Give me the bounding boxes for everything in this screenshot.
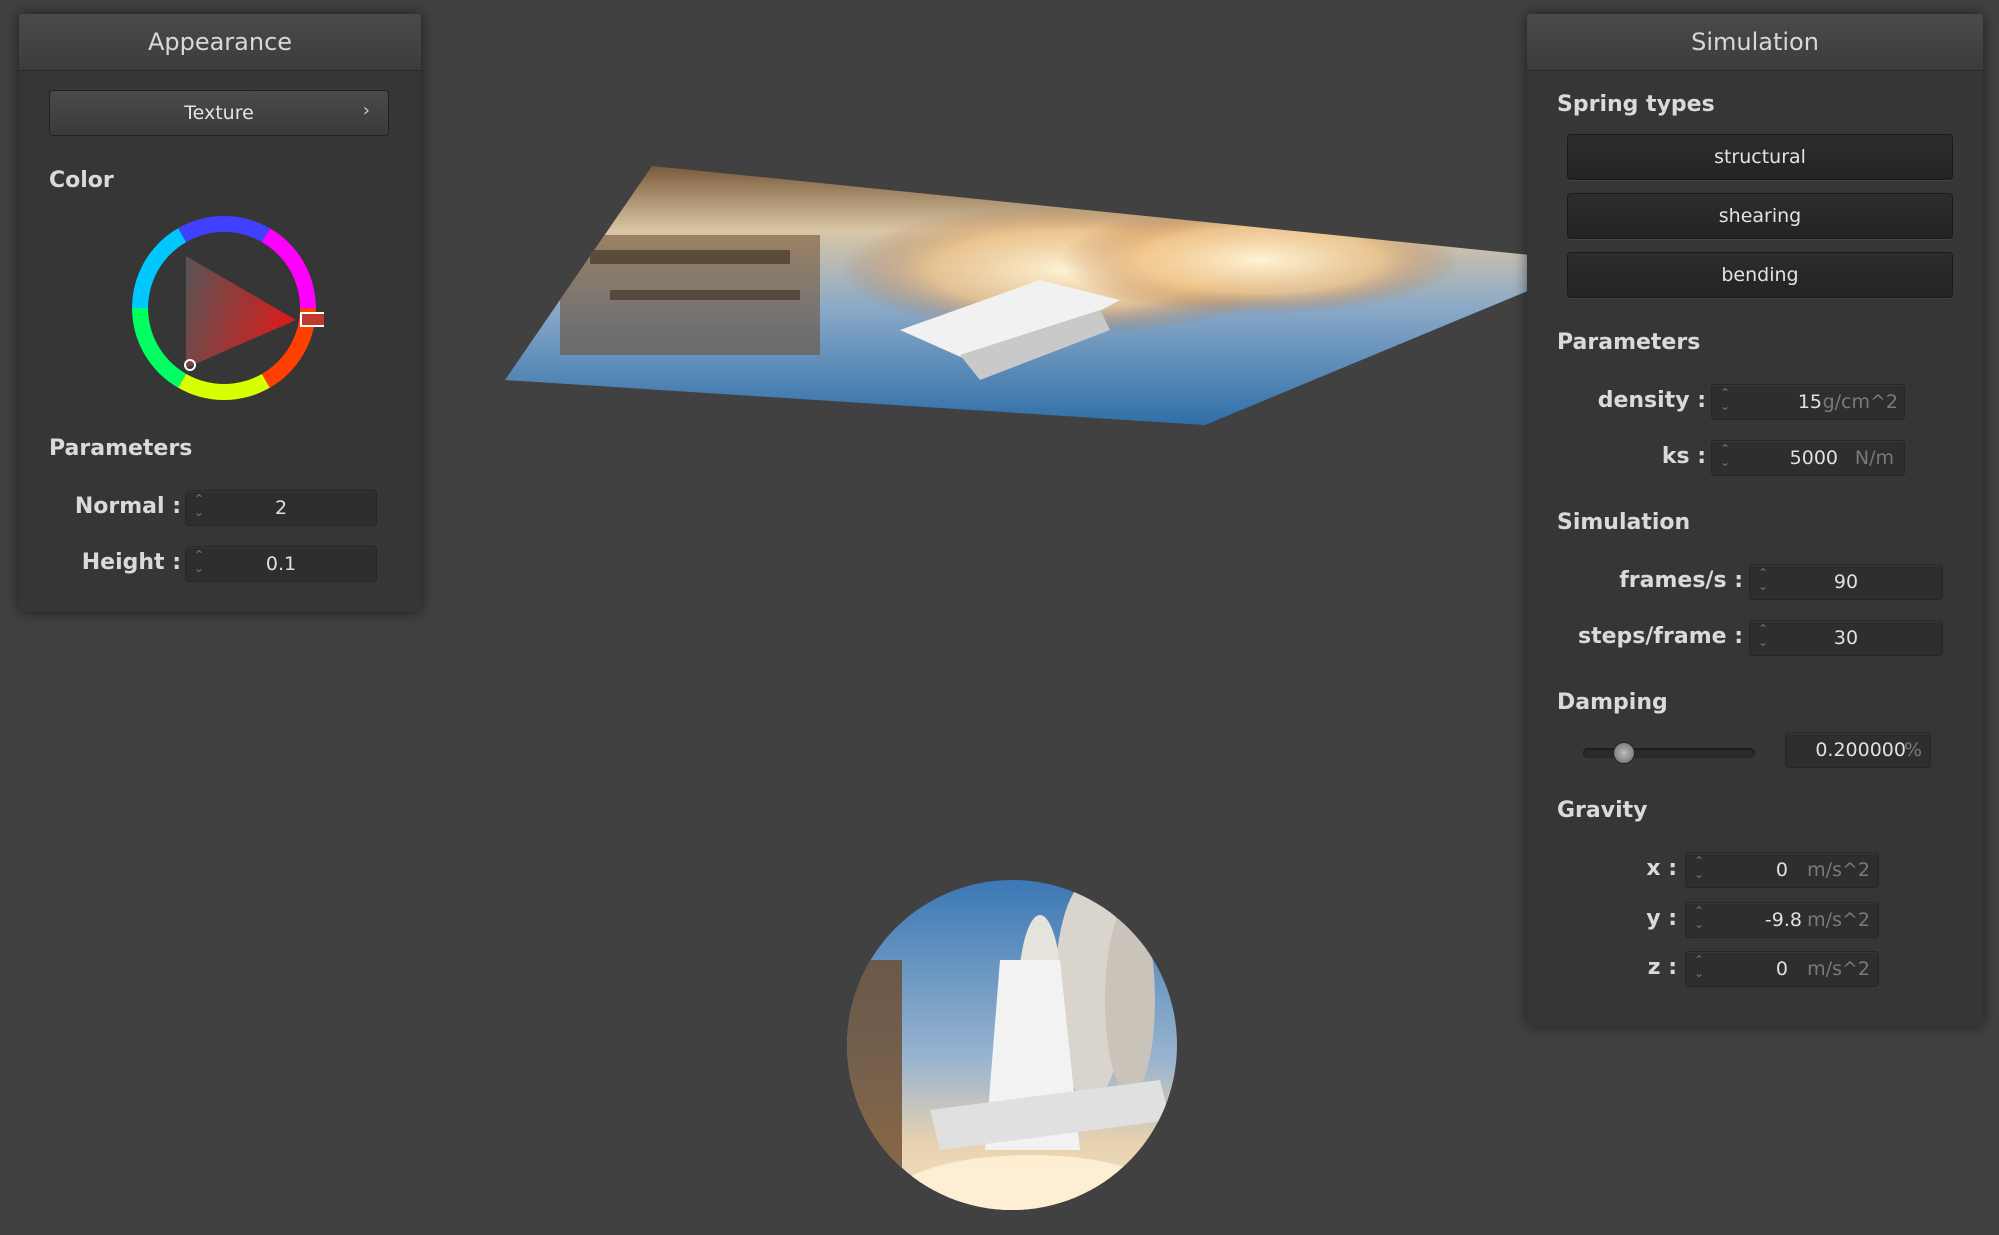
- gravity-y-unit: m/s^2: [1807, 909, 1870, 931]
- frames-label: frames/s :: [1619, 568, 1743, 593]
- textured-sphere: [847, 880, 1177, 1210]
- density-input[interactable]: ⌃ ⌄ 15 g/cm^2: [1711, 384, 1905, 420]
- steps-value: 30: [1833, 627, 1859, 649]
- ks-label: ks :: [1661, 444, 1706, 469]
- steps-label: steps/frame :: [1578, 624, 1743, 649]
- simulation-panel-title: Simulation: [1527, 14, 1983, 71]
- spinner-arrows-icon[interactable]: ⌃ ⌄: [1694, 905, 1704, 931]
- height-label: Height :: [81, 550, 181, 575]
- normal-value: 2: [274, 497, 288, 519]
- shearing-button[interactable]: shearing: [1567, 193, 1953, 239]
- texture-button-label: Texture: [184, 102, 254, 124]
- height-value: 0.1: [265, 553, 297, 575]
- gravity-z-unit: m/s^2: [1807, 958, 1870, 980]
- bending-button[interactable]: bending: [1567, 252, 1953, 298]
- spinner-arrows-icon[interactable]: ⌃ ⌄: [1720, 387, 1730, 413]
- damping-slider[interactable]: [1583, 742, 1755, 764]
- ks-input[interactable]: ⌃ ⌄ 5000 N/m: [1711, 440, 1905, 476]
- spinner-arrows-icon[interactable]: ⌃ ⌄: [1694, 954, 1704, 980]
- texture-button[interactable]: Texture ›: [49, 90, 389, 136]
- ks-unit: N/m: [1854, 447, 1894, 469]
- density-label: density :: [1597, 388, 1706, 413]
- ks-value: 5000: [1789, 447, 1838, 469]
- frames-value: 90: [1833, 571, 1859, 593]
- damping-slider-thumb[interactable]: [1613, 742, 1635, 764]
- damping-input[interactable]: 0.200000 %: [1785, 732, 1931, 768]
- spinner-arrows-icon[interactable]: ⌃ ⌄: [1694, 855, 1704, 881]
- structural-button[interactable]: structural: [1567, 134, 1953, 180]
- height-input[interactable]: ⌃ ⌄ 0.1: [185, 546, 377, 582]
- steps-input[interactable]: ⌃ ⌄ 30: [1749, 620, 1943, 656]
- damping-label: Damping: [1557, 690, 1668, 715]
- damping-unit: %: [1903, 739, 1922, 761]
- appearance-panel-title: Appearance: [19, 14, 421, 71]
- spinner-arrows-icon[interactable]: ⌃ ⌄: [1720, 443, 1730, 469]
- gravity-z-value: 0: [1775, 958, 1788, 980]
- color-section-label: Color: [49, 168, 114, 193]
- gravity-y-label: y :: [1646, 906, 1677, 931]
- gravity-x-input[interactable]: ⌃ ⌄ 0 m/s^2: [1685, 852, 1879, 888]
- gravity-x-unit: m/s^2: [1807, 859, 1870, 881]
- gravity-y-value: -9.8: [1764, 909, 1802, 931]
- simulation-panel: Simulation Spring types structural shear…: [1527, 14, 1983, 1026]
- appearance-panel: Appearance Texture › Color Parameters No…: [19, 14, 421, 612]
- saturation-triangle: [186, 256, 296, 368]
- gravity-z-label: z :: [1647, 955, 1677, 980]
- damping-value: 0.200000: [1815, 739, 1906, 761]
- normal-label: Normal :: [74, 494, 181, 519]
- density-value: 15: [1797, 391, 1822, 413]
- hue-handle: [300, 312, 324, 327]
- gravity-z-input[interactable]: ⌃ ⌄ 0 m/s^2: [1685, 951, 1879, 987]
- gravity-y-input[interactable]: ⌃ ⌄ -9.8 m/s^2: [1685, 902, 1879, 938]
- density-unit: g/cm^2: [1822, 391, 1898, 413]
- simulation-parameters-label: Parameters: [1557, 330, 1701, 355]
- spring-types-label: Spring types: [1557, 92, 1715, 117]
- simulation-section-label: Simulation: [1557, 510, 1691, 535]
- gravity-label: Gravity: [1557, 798, 1648, 823]
- gravity-x-value: 0: [1775, 859, 1788, 881]
- normal-input[interactable]: ⌃ ⌄ 2: [185, 490, 377, 526]
- frames-input[interactable]: ⌃ ⌄ 90: [1749, 564, 1943, 600]
- color-wheel[interactable]: [124, 208, 324, 408]
- appearance-parameters-label: Parameters: [49, 436, 193, 461]
- chevron-right-icon: ›: [362, 100, 370, 121]
- cloth-mesh: [505, 166, 1530, 425]
- gravity-x-label: x :: [1646, 856, 1677, 881]
